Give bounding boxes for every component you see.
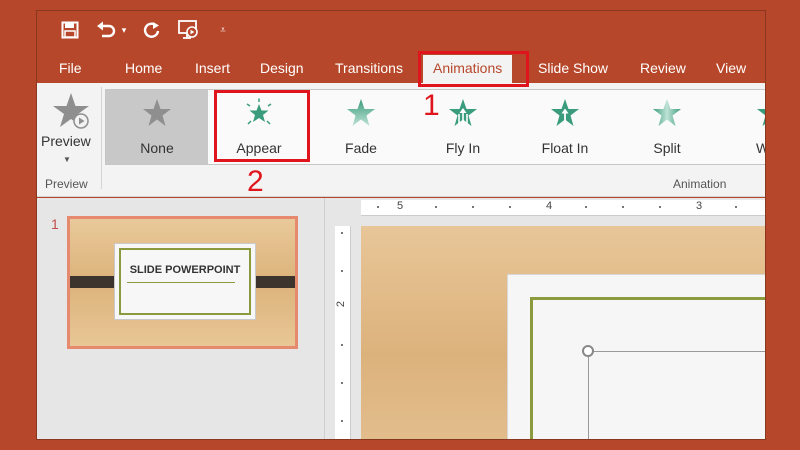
step-number-1: 1 [423, 89, 440, 122]
tab-home[interactable]: Home [125, 55, 162, 83]
slide-number: 1 [51, 216, 59, 232]
quick-access-toolbar: ▾ ⩡ [37, 11, 765, 49]
animations-ribbon: Preview ▼ Preview None Appear Fade Fly I… [37, 83, 765, 197]
float-in-star-icon [550, 98, 580, 133]
effect-label: Float In [541, 140, 589, 156]
tab-insert[interactable]: Insert [195, 55, 230, 83]
thumb-bar-right [251, 276, 295, 288]
wipe-star-icon [756, 98, 765, 133]
effect-label: Fly In [445, 140, 481, 156]
effect-label: Split [653, 140, 681, 156]
ruler-tick [472, 206, 474, 208]
effect-fade[interactable]: Fade [310, 90, 412, 164]
slide-title-card[interactable] [507, 274, 765, 439]
tab-transitions[interactable]: Transitions [335, 55, 403, 83]
effect-label: Fade [345, 140, 377, 156]
customize-toolbar-icon[interactable]: ⩡ [217, 19, 229, 41]
tab-file[interactable]: File [59, 55, 82, 83]
resize-handle[interactable] [582, 345, 594, 357]
animation-group-label: Animation [673, 177, 727, 191]
effect-none[interactable]: None [106, 90, 208, 164]
ruler-tick [341, 344, 343, 346]
preview-button[interactable]: Preview ▼ [37, 83, 101, 173]
ruler-number: 3 [696, 200, 703, 212]
none-star-icon [142, 98, 172, 133]
preview-star-icon [51, 91, 91, 136]
slide-thumbnail[interactable]: SLIDE POWERPOINT [67, 216, 298, 349]
ruler-tick [509, 206, 511, 208]
horizontal-ruler: 5 4 3 [361, 200, 765, 216]
ruler-tick [341, 270, 343, 272]
save-icon[interactable] [59, 19, 81, 41]
ruler-tick [659, 206, 661, 208]
ruler-tick [585, 206, 587, 208]
ruler-number: 2 [335, 300, 348, 308]
step-number-2: 2 [247, 165, 264, 198]
fade-star-icon [346, 98, 376, 133]
preview-dropdown-icon[interactable]: ▼ [63, 155, 71, 164]
ribbon-tabs: File Home Insert Design Transitions Anim… [37, 55, 765, 83]
preview-group-label: Preview [45, 177, 88, 191]
slide-thumbnails-pane: 1 SLIDE POWERPOINT [37, 198, 325, 439]
slide-edit-pane: 5 4 3 2 [333, 198, 765, 439]
ruler-number: 5 [397, 200, 404, 212]
tab-design[interactable]: Design [260, 55, 304, 83]
thumb-title-underline [127, 282, 235, 283]
highlight-animations-tab [418, 51, 529, 87]
ribbon-separator [101, 87, 102, 189]
ruler-tick [735, 206, 737, 208]
workspace: 1 SLIDE POWERPOINT 5 4 3 2 [37, 198, 765, 439]
effect-split[interactable]: Split [616, 90, 718, 164]
effect-label: None [140, 140, 174, 156]
title-placeholder[interactable] [588, 351, 765, 439]
fly-in-star-icon [448, 98, 478, 133]
thumb-title: SLIDE POWERPOINT [129, 264, 241, 276]
tab-slide-show[interactable]: Slide Show [538, 55, 608, 83]
effect-wipe[interactable]: W [718, 90, 765, 164]
start-from-beginning-icon[interactable] [177, 19, 201, 41]
preview-label: Preview [41, 133, 91, 149]
highlight-appear-effect [214, 90, 310, 162]
tab-view[interactable]: View [716, 55, 746, 83]
slide-canvas[interactable] [361, 226, 765, 439]
ruler-tick [377, 206, 379, 208]
ruler-tick [341, 232, 343, 234]
ruler-tick [622, 206, 624, 208]
ruler-tick [435, 206, 437, 208]
tab-review[interactable]: Review [640, 55, 686, 83]
vertical-ruler: 2 [335, 226, 351, 439]
thumb-title-card: SLIDE POWERPOINT [114, 243, 256, 320]
undo-icon[interactable] [95, 19, 117, 41]
redo-icon[interactable] [141, 19, 163, 41]
ruler-number: 4 [546, 200, 553, 212]
thumb-bar-left [70, 276, 116, 288]
ruler-tick [341, 420, 343, 422]
ruler-tick [341, 382, 343, 384]
undo-dropdown-icon[interactable]: ▾ [119, 19, 129, 41]
effect-label: W [756, 140, 765, 156]
effect-float-in[interactable]: Float In [514, 90, 616, 164]
powerpoint-window: ▾ ⩡ File Home Insert Design Transitions … [36, 10, 766, 440]
split-star-icon [652, 98, 682, 133]
